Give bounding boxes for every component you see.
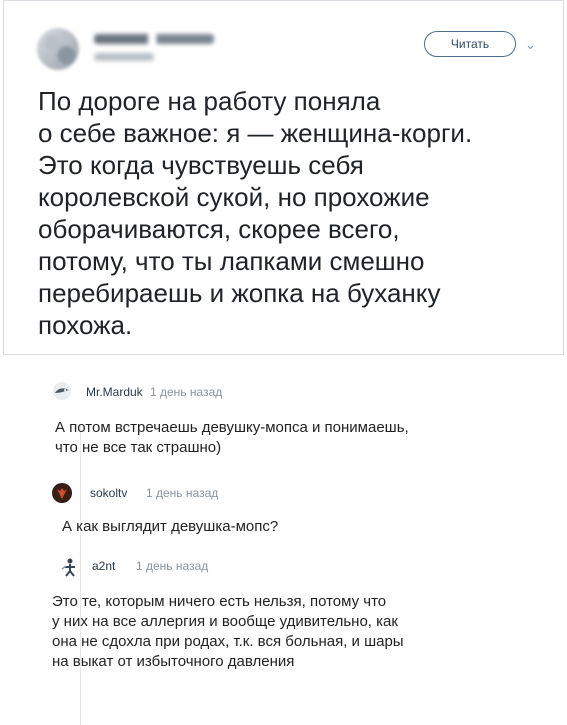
comment-text: А потом встречаешь девушку-мопса и поним…	[55, 419, 409, 456]
comment-time: 1 день назад	[150, 385, 223, 399]
tweet-author-avatar[interactable]	[37, 28, 79, 70]
tweet-author-name-blurred[interactable]	[94, 34, 214, 44]
chevron-down-icon[interactable]: ⌄	[525, 37, 536, 53]
comment-text: Это те, которым ничего есть нельзя, пото…	[52, 593, 404, 670]
comment-author[interactable]: sokoltv	[90, 486, 127, 500]
tweet-card: Читать ⌄ По дороге на работу поняла о се…	[3, 0, 564, 355]
follow-button[interactable]: Читать	[424, 31, 516, 57]
tweet-text: По дороге на работу поняла о себе важное…	[38, 86, 473, 340]
comment-author[interactable]: Mr.Marduk	[86, 385, 143, 399]
comment-author[interactable]: a2nt	[92, 559, 115, 573]
comments-section: Mr.Marduk 1 день назад А потом встречаеш…	[0, 365, 567, 725]
bird-avatar-icon[interactable]	[52, 381, 72, 401]
figure-avatar-icon[interactable]	[60, 557, 80, 577]
comment-time: 1 день назад	[146, 486, 219, 500]
thread-line	[80, 425, 81, 725]
tweet-author-handle-blurred	[94, 53, 154, 61]
comment-text: А как выглядит девушка-мопс?	[62, 518, 279, 535]
comment-time: 1 день назад	[136, 559, 209, 573]
red-mask-avatar-icon[interactable]	[52, 483, 72, 503]
